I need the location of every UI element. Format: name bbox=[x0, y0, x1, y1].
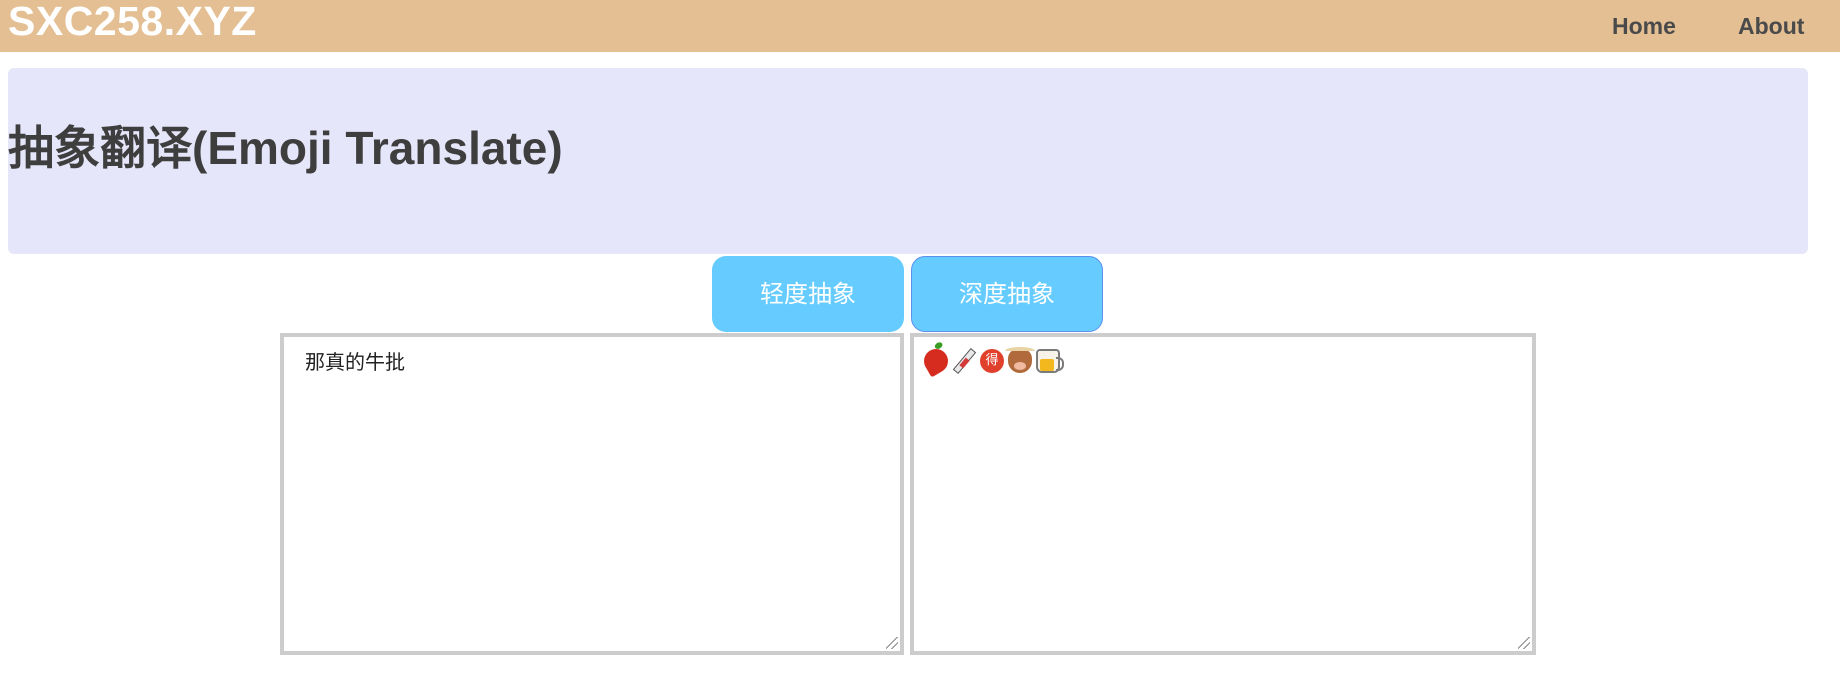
resize-grip-icon[interactable] bbox=[886, 637, 898, 649]
beer-mug-icon bbox=[1036, 349, 1064, 373]
hero-banner: 抽象翻译(Emoji Translate) bbox=[8, 68, 1808, 254]
page-title: 抽象翻译(Emoji Translate) bbox=[8, 122, 563, 174]
input-textarea[interactable]: 那真的牛批 bbox=[280, 333, 904, 655]
light-abstract-button[interactable]: 轻度抽象 bbox=[712, 256, 904, 332]
emoji-output: 得 bbox=[919, 344, 1064, 378]
nav-about-link[interactable]: About bbox=[1738, 13, 1804, 39]
deep-abstract-button[interactable]: 深度抽象 bbox=[911, 256, 1103, 332]
resize-grip-icon[interactable] bbox=[1518, 637, 1530, 649]
nav-home-link[interactable]: Home bbox=[1612, 13, 1676, 39]
site-brand[interactable]: SXC258.XYZ bbox=[8, 0, 257, 46]
input-text: 那真的牛批 bbox=[305, 350, 405, 374]
de-character-icon: 得 bbox=[980, 349, 1004, 373]
output-textarea[interactable]: 得 bbox=[910, 333, 1536, 655]
syringe-icon bbox=[952, 349, 976, 373]
top-navbar: SXC258.XYZ Home About bbox=[0, 0, 1840, 52]
chili-pepper-icon bbox=[919, 344, 953, 378]
ox-face-icon bbox=[1005, 347, 1035, 373]
